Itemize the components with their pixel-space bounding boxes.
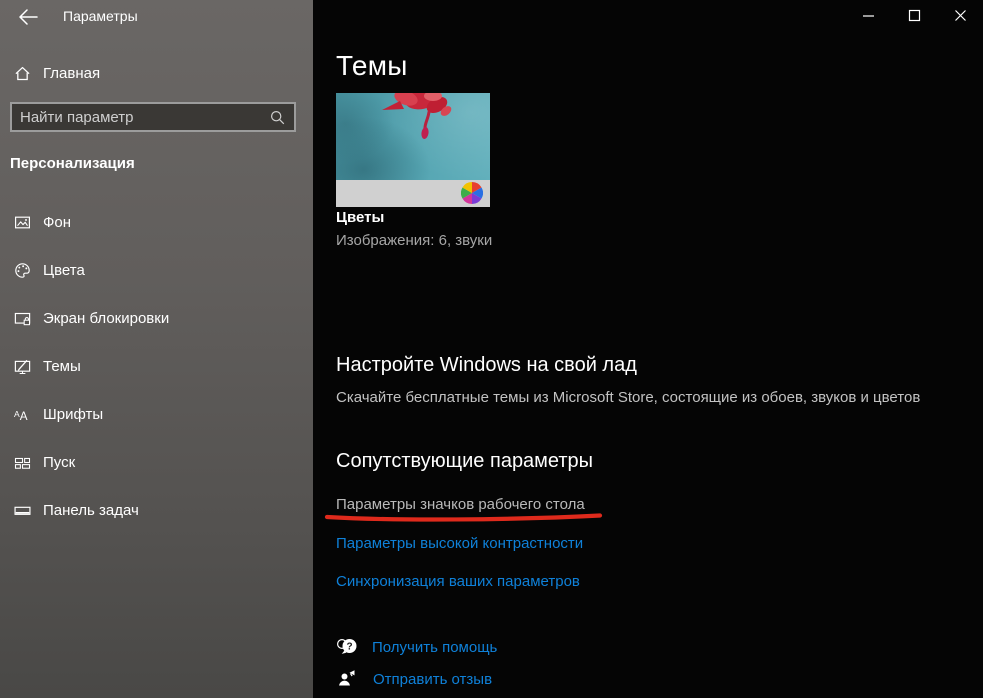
settings-sidebar: Параметры Главная Персонализация Фон Цве… <box>0 0 313 698</box>
send-feedback-link[interactable]: Отправить отзыв <box>337 668 492 691</box>
theme-name: Цветы <box>336 209 384 226</box>
link-desktop-icon-settings[interactable]: Параметры значков рабочего стола <box>336 496 585 513</box>
customize-description: Скачайте бесплатные темы из Microsoft St… <box>336 389 920 406</box>
sidebar-item-label: Фон <box>43 214 71 231</box>
colors-icon <box>14 262 31 279</box>
current-theme-card[interactable] <box>336 93 490 207</box>
sidebar-item-start[interactable]: Пуск <box>0 438 313 486</box>
close-button[interactable] <box>937 0 983 30</box>
sidebar-item-fonts[interactable]: AA Шрифты <box>0 390 313 438</box>
svg-text:?: ? <box>346 641 352 652</box>
sidebar-item-home[interactable]: Главная <box>0 57 313 89</box>
search-icon[interactable] <box>270 110 285 125</box>
sidebar-item-label: Цвета <box>43 262 85 279</box>
sidebar-nav: Фон Цвета Экран блокировки Темы AA Шрифт… <box>0 198 313 534</box>
taskbar-icon <box>14 502 31 519</box>
sidebar-item-themes[interactable]: Темы <box>0 342 313 390</box>
section-heading: Персонализация <box>10 155 135 172</box>
link-high-contrast-settings[interactable]: Параметры высокой контрастности <box>336 535 583 552</box>
window-controls <box>845 0 983 30</box>
get-help-label: Получить помощь <box>372 639 497 656</box>
feedback-icon <box>337 668 360 691</box>
sidebar-item-lock-screen[interactable]: Экран блокировки <box>0 294 313 342</box>
get-help-link[interactable]: ? Получить помощь <box>336 636 497 659</box>
sidebar-item-label: Шрифты <box>43 406 103 423</box>
minimize-icon <box>862 9 875 22</box>
sidebar-item-label: Панель задач <box>43 502 139 519</box>
related-settings-heading: Сопутствующие параметры <box>336 450 593 473</box>
fonts-icon: AA <box>14 406 31 423</box>
sidebar-item-label: Пуск <box>43 454 75 471</box>
send-feedback-label: Отправить отзыв <box>373 671 492 688</box>
sidebar-item-label: Экран блокировки <box>43 310 169 327</box>
link-sync-settings[interactable]: Синхронизация ваших параметров <box>336 573 580 590</box>
page-title: Темы <box>336 50 408 82</box>
theme-meta: Изображения: 6, звуки <box>336 232 492 249</box>
sidebar-item-colors[interactable]: Цвета <box>0 246 313 294</box>
back-arrow-icon <box>18 9 38 25</box>
color-wheel-icon <box>461 182 483 204</box>
back-button[interactable] <box>14 5 42 29</box>
lock-screen-icon <box>14 310 31 327</box>
maximize-button[interactable] <box>891 0 937 30</box>
minimize-button[interactable] <box>845 0 891 30</box>
close-icon <box>954 9 967 22</box>
sidebar-item-taskbar[interactable]: Панель задач <box>0 486 313 534</box>
flower-image <box>336 93 490 180</box>
search-input[interactable] <box>12 109 270 126</box>
sidebar-item-label: Главная <box>43 65 100 82</box>
home-icon <box>14 65 31 82</box>
app-title: Параметры <box>63 8 138 24</box>
theme-thumbnail <box>336 93 490 180</box>
start-icon <box>14 454 31 471</box>
background-icon <box>14 214 31 231</box>
maximize-icon <box>908 9 921 22</box>
svg-text:A: A <box>20 409 28 422</box>
customize-heading: Настройте Windows на свой лад <box>336 354 637 377</box>
sidebar-item-label: Темы <box>43 358 81 375</box>
sidebar-item-background[interactable]: Фон <box>0 198 313 246</box>
themes-icon <box>14 358 31 375</box>
search-box <box>10 102 296 132</box>
theme-thumbnail-strip <box>336 180 490 207</box>
get-help-icon: ? <box>336 636 359 659</box>
